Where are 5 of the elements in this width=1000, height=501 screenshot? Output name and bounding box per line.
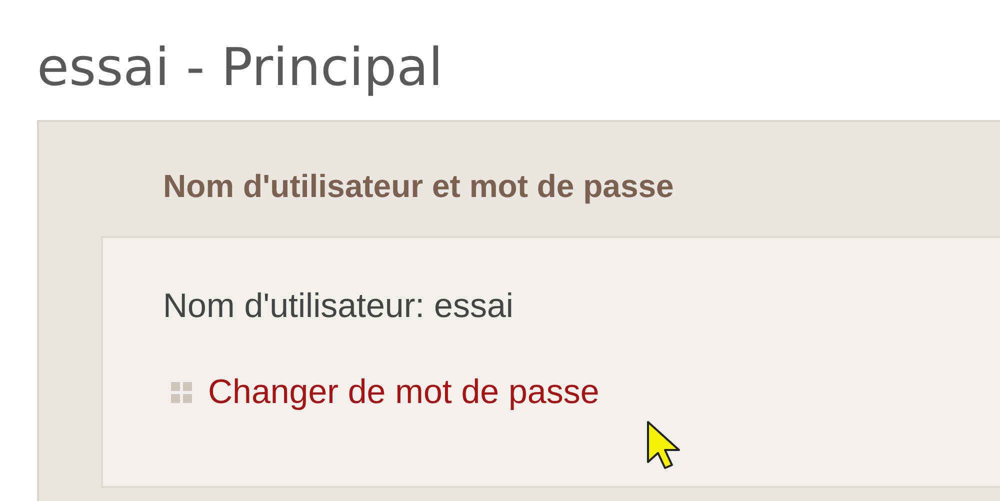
section-heading: Nom d'utilisateur et mot de passe: [163, 167, 674, 206]
username-text: Nom d'utilisateur: essai: [163, 286, 514, 327]
page-title: essai - Principal: [37, 37, 444, 100]
change-password-link[interactable]: Changer de mot de passe: [208, 370, 600, 414]
grid-icon: [171, 382, 192, 402]
